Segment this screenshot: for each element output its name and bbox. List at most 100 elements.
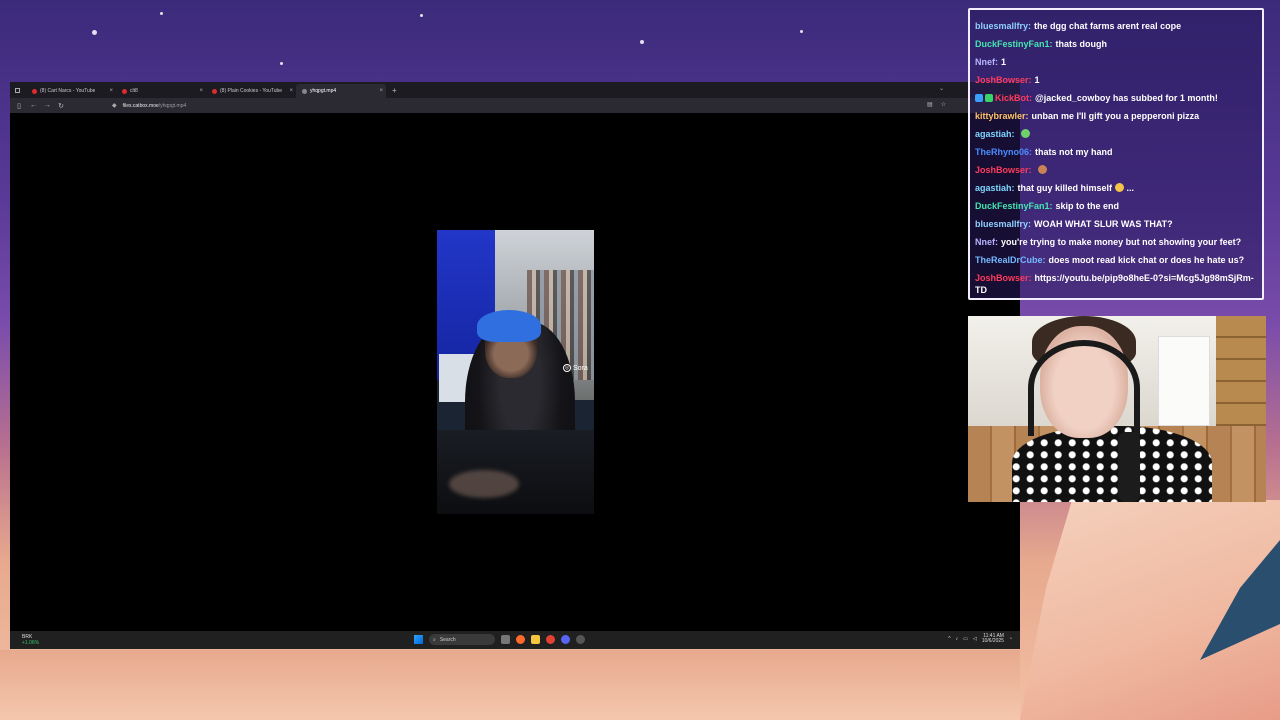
windows-taskbar: BRK +1.06% ⌕ Search ^ ♪ ▭ ◁ 11:41 AM 10/… — [10, 631, 1020, 649]
new-tab-button[interactable]: + — [392, 86, 397, 95]
chat-emote-icon — [1020, 129, 1030, 138]
windows-start-icon[interactable] — [414, 635, 423, 644]
bookmark-star-icon[interactable]: ☆ — [941, 101, 946, 108]
browser-tab-active[interactable]: yhqpgt.mp4 × — [296, 84, 386, 98]
discord-icon[interactable] — [561, 635, 570, 644]
close-tab-icon[interactable]: × — [199, 88, 203, 94]
chat-message: agastiah: that guy killed himself ... — [975, 179, 1262, 197]
chat-text: thats not my hand — [1035, 147, 1113, 157]
chat-emote-icon — [1115, 183, 1125, 192]
clock-date: 10/6/2025 — [981, 638, 1004, 644]
chat-username[interactable]: JoshBowser: — [975, 273, 1032, 283]
forward-icon[interactable]: → — [44, 102, 51, 109]
sidebar-icon[interactable]: ▯ — [16, 102, 22, 110]
chat-badge-icon — [975, 94, 983, 102]
reload-icon[interactable]: ↻ — [58, 102, 64, 110]
background-star — [280, 62, 283, 65]
background-star — [420, 14, 423, 17]
system-clock[interactable]: 11:41 AM 10/6/2025 — [982, 634, 1004, 644]
chat-username[interactable]: agastiah: — [975, 129, 1015, 139]
chevron-up-icon[interactable]: ^ — [948, 636, 950, 642]
tab-overview-icon[interactable] — [15, 87, 20, 93]
shield-icon: ◆ — [112, 103, 117, 109]
webcam-feed — [968, 316, 1266, 502]
close-tab-icon[interactable]: × — [289, 88, 293, 94]
notification-bell-icon[interactable]: ◔ — [1009, 636, 1012, 642]
video-hand — [449, 470, 519, 498]
chat-username[interactable]: bluesmallfry: — [975, 21, 1031, 31]
chat-message: bluesmallfry: the dgg chat farms arent re… — [975, 17, 1262, 35]
back-icon[interactable]: ← — [30, 102, 37, 109]
background-star — [160, 12, 163, 15]
browser-tab-label: yhqpgt.mp4 — [310, 88, 337, 94]
chat-text: 1 — [1034, 75, 1040, 85]
reader-view-icon[interactable]: ▤ — [927, 101, 933, 108]
browser-tab[interactable]: clt8 × — [116, 84, 206, 98]
chat-username[interactable]: DuckFestinyFan1: — [975, 39, 1053, 49]
chat-message: JoshBowser: https://youtu.be/pip9o8heE-0?… — [975, 272, 1262, 296]
browser-tab[interactable]: (8) Cart Narcs - YouTube × — [26, 84, 116, 98]
chat-text: that guy killed himself — [1017, 183, 1113, 193]
background-wave-decoration — [0, 650, 1020, 720]
chat-message: TheRealDrCube: does moot read kick chat o… — [975, 251, 1262, 269]
background-star — [800, 30, 803, 33]
nav-right-icons: ▤ ☆ — [927, 101, 946, 108]
file-icon — [302, 88, 307, 94]
browser-app-icon[interactable] — [516, 635, 525, 644]
chat-username[interactable]: TheRhyno06: — [975, 147, 1032, 157]
sora-logo-icon: ◎ — [563, 364, 571, 372]
browser-tab[interactable]: (8) Plain Cookies - YouTube × — [206, 84, 296, 98]
chrome-icon[interactable] — [546, 635, 555, 644]
volume-icon[interactable]: ◁ — [973, 636, 977, 642]
chevron-down-icon[interactable]: ⌄ — [939, 85, 944, 92]
chat-username[interactable]: JoshBowser: — [975, 75, 1032, 85]
chat-message: DuckFestinyFan1: thats dough — [975, 35, 1262, 53]
webcam-streamer-body — [1012, 426, 1212, 502]
url-host: files.catbox.moe — [122, 102, 159, 109]
stock-change: +1.06% — [22, 640, 40, 646]
network-icon[interactable]: ▭ — [963, 636, 968, 642]
taskbar-search[interactable]: ⌕ Search — [429, 634, 495, 645]
chat-username[interactable]: JoshBowser: — [975, 165, 1032, 175]
chat-message: agastiah: — [975, 125, 1262, 143]
taskbar-apps: ⌕ Search — [414, 634, 585, 645]
chat-message: bluesmallfry: WOAH WHAT SLUR WAS THAT? — [975, 215, 1262, 233]
chat-text-suffix: ... — [1124, 183, 1135, 193]
chat-username[interactable]: Nnef: — [975, 237, 998, 247]
close-tab-icon[interactable]: × — [379, 88, 383, 94]
stock-widget[interactable]: BRK +1.06% — [22, 634, 39, 646]
search-icon: ⌕ — [433, 636, 436, 643]
search-placeholder: Search — [439, 636, 456, 643]
chat-username[interactable]: DuckFestinyFan1: — [975, 201, 1053, 211]
chat-emote-icon — [1037, 165, 1047, 174]
chat-message: Nnef: you're trying to make money but not… — [975, 233, 1262, 251]
chat-message: DuckFestinyFan1: skip to the end — [975, 197, 1262, 215]
close-tab-icon[interactable]: × — [109, 88, 113, 94]
chat-overlay: bluesmallfry: the dgg chat farms arent re… — [968, 8, 1264, 300]
video-player[interactable]: ◎ Sora — [437, 230, 594, 514]
system-tray: ^ ♪ ▭ ◁ 11:41 AM 10/6/2025 ◔ — [948, 634, 1012, 644]
browser-tab-label: clt8 — [130, 88, 138, 94]
chat-message: Nnef: 1 — [975, 53, 1262, 71]
video-desk — [437, 430, 594, 514]
task-view-icon[interactable] — [501, 635, 510, 644]
sora-watermark: ◎ Sora — [563, 364, 588, 372]
webcam-drawer — [1158, 336, 1210, 426]
chat-username[interactable]: TheRealDrCube: — [975, 255, 1046, 265]
chat-username[interactable]: Nnef: — [975, 57, 998, 67]
file-explorer-icon[interactable] — [531, 635, 540, 644]
chat-text: WOAH WHAT SLUR WAS THAT? — [1034, 219, 1173, 229]
youtube-icon — [212, 88, 217, 94]
chat-username[interactable]: agastiah: — [975, 183, 1015, 193]
chat-username[interactable]: bluesmallfry: — [975, 219, 1031, 229]
microphone-icon[interactable]: ♪ — [956, 636, 959, 642]
url-bar[interactable]: ◆ files.catbox.moe /yhqpgt.mp4 — [112, 100, 742, 111]
background-star — [92, 30, 97, 35]
chat-username[interactable]: KickBot: — [995, 93, 1032, 103]
chat-badge-icon — [985, 94, 993, 102]
chat-username[interactable]: kittybrawler: — [975, 111, 1029, 121]
headphones-icon — [1028, 340, 1140, 436]
chat-text: thats dough — [1055, 39, 1108, 49]
obs-icon[interactable] — [576, 635, 585, 644]
browser-tab-bar: (8) Cart Narcs - YouTube × clt8 × (8) Pl… — [10, 82, 1020, 98]
